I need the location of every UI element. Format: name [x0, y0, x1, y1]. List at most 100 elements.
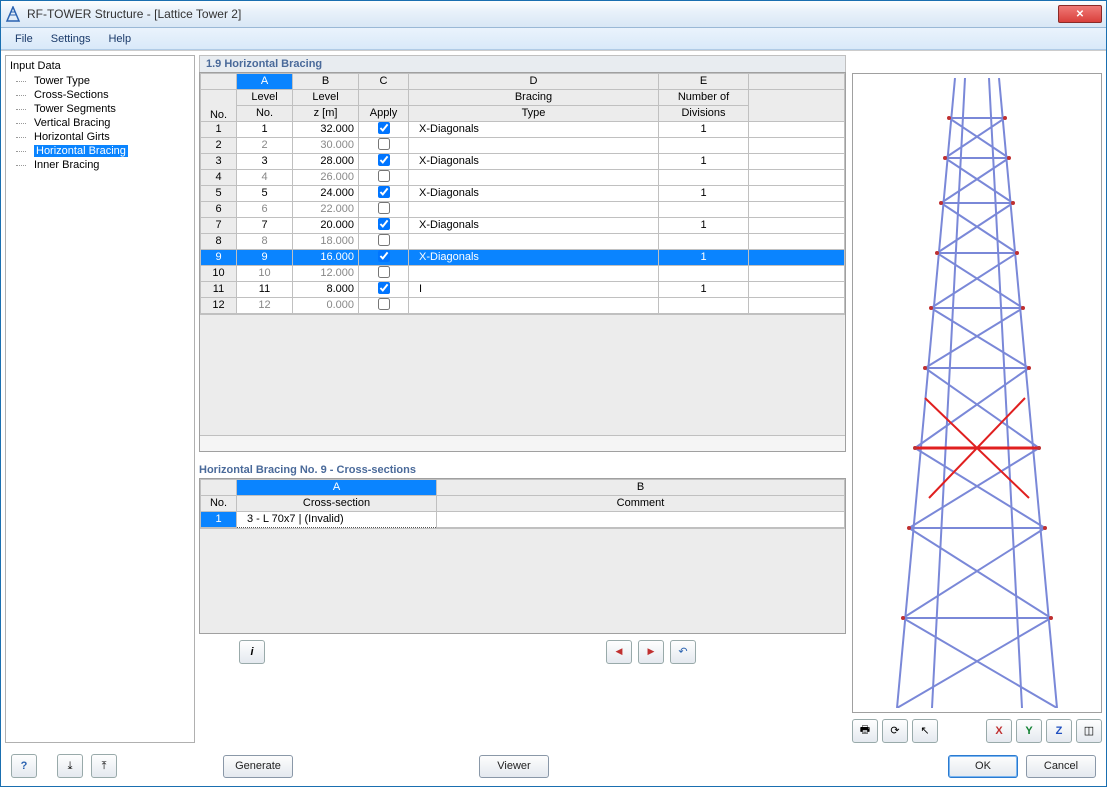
divisions-cell[interactable]: 1 [659, 153, 749, 169]
table-row[interactable]: 7720.000X-Diagonals1 [201, 217, 845, 233]
table-row[interactable]: 13 - L 70x7 | (Invalid) [201, 511, 845, 527]
divisions-cell[interactable]: 1 [659, 281, 749, 297]
tree-item-horizontal-bracing[interactable]: Horizontal Bracing [10, 144, 190, 158]
tree-item-inner-bracing[interactable]: Inner Bracing [10, 158, 190, 172]
bracing-table[interactable]: A B C D E No. Level L [200, 73, 845, 314]
export-button[interactable]: ⤒ [91, 754, 117, 778]
ok-button[interactable]: OK [948, 755, 1018, 778]
apply-cell[interactable] [359, 153, 409, 169]
row-number[interactable]: 8 [201, 233, 237, 249]
level-z-cell[interactable]: 22.000 [293, 201, 359, 217]
bracing-type-cell[interactable] [409, 297, 659, 313]
row-number[interactable]: 1 [201, 511, 237, 527]
level-no-cell[interactable]: 2 [237, 137, 293, 153]
table-row[interactable]: 11118.000I1 [201, 281, 845, 297]
row-number[interactable]: 3 [201, 153, 237, 169]
cross-section-cell[interactable]: 3 - L 70x7 | (Invalid) [237, 511, 437, 527]
info-button[interactable]: i [239, 640, 265, 664]
level-z-cell[interactable]: 16.000 [293, 249, 359, 265]
apply-cell[interactable] [359, 217, 409, 233]
table-row[interactable]: 9916.000X-Diagonals1 [201, 249, 845, 265]
level-no-cell[interactable]: 3 [237, 153, 293, 169]
cancel-button[interactable]: Cancel [1026, 755, 1096, 778]
viewer-button[interactable]: Viewer [479, 755, 549, 778]
bracing-type-cell[interactable] [409, 137, 659, 153]
table-row[interactable]: 12120.000 [201, 297, 845, 313]
level-no-cell[interactable]: 11 [237, 281, 293, 297]
level-no-cell[interactable]: 8 [237, 233, 293, 249]
undo-button[interactable]: ↶ [670, 640, 696, 664]
divisions-cell[interactable] [659, 233, 749, 249]
divisions-cell[interactable] [659, 297, 749, 313]
apply-checkbox[interactable] [378, 234, 390, 246]
bracing-type-cell[interactable] [409, 201, 659, 217]
col-letter-c[interactable]: C [359, 73, 409, 89]
bracing-type-cell[interactable]: X-Diagonals [409, 217, 659, 233]
table-row[interactable]: 101012.000 [201, 265, 845, 281]
tree-item-horizontal-girts[interactable]: Horizontal Girts [10, 130, 190, 144]
level-z-cell[interactable]: 8.000 [293, 281, 359, 297]
row-number[interactable]: 5 [201, 185, 237, 201]
level-z-cell[interactable]: 26.000 [293, 169, 359, 185]
level-z-cell[interactable]: 20.000 [293, 217, 359, 233]
level-z-cell[interactable]: 18.000 [293, 233, 359, 249]
bracing-type-cell[interactable]: I [409, 281, 659, 297]
axis-x-button[interactable]: X [986, 719, 1012, 743]
apply-cell[interactable] [359, 249, 409, 265]
level-no-cell[interactable]: 6 [237, 201, 293, 217]
bracing-type-cell[interactable] [409, 169, 659, 185]
bracing-type-cell[interactable]: X-Diagonals [409, 249, 659, 265]
axis-y-button[interactable]: Y [1016, 719, 1042, 743]
apply-checkbox[interactable] [378, 154, 390, 166]
level-no-cell[interactable]: 5 [237, 185, 293, 201]
row-number[interactable]: 7 [201, 217, 237, 233]
apply-checkbox[interactable] [378, 282, 390, 294]
table-row[interactable]: 1132.000X-Diagonals1 [201, 121, 845, 137]
apply-cell[interactable] [359, 297, 409, 313]
bracing-type-cell[interactable]: X-Diagonals [409, 153, 659, 169]
view-rotate-button[interactable]: ⟳ [882, 719, 908, 743]
apply-cell[interactable] [359, 121, 409, 137]
menu-settings[interactable]: Settings [43, 31, 99, 47]
menu-help[interactable]: Help [100, 31, 139, 47]
table-row[interactable]: 4426.000 [201, 169, 845, 185]
divisions-cell[interactable]: 1 [659, 121, 749, 137]
level-no-cell[interactable]: 4 [237, 169, 293, 185]
row-number[interactable]: 9 [201, 249, 237, 265]
divisions-cell[interactable] [659, 265, 749, 281]
axis-z-button[interactable]: Z [1046, 719, 1072, 743]
divisions-cell[interactable] [659, 169, 749, 185]
apply-checkbox[interactable] [378, 266, 390, 278]
apply-cell[interactable] [359, 185, 409, 201]
help-button[interactable]: ? [11, 754, 37, 778]
divisions-cell[interactable]: 1 [659, 217, 749, 233]
tree-item-vertical-bracing[interactable]: Vertical Bracing [10, 116, 190, 130]
bracing-type-cell[interactable] [409, 233, 659, 249]
apply-checkbox[interactable] [378, 298, 390, 310]
level-z-cell[interactable]: 12.000 [293, 265, 359, 281]
apply-checkbox[interactable] [378, 186, 390, 198]
col-letter-e[interactable]: E [659, 73, 749, 89]
close-button[interactable]: ✕ [1058, 5, 1102, 23]
apply-cell[interactable] [359, 169, 409, 185]
view-show-button[interactable]: ↖ [912, 719, 938, 743]
import-button[interactable]: ⤓ [57, 754, 83, 778]
prev-button[interactable]: ◀ [606, 640, 632, 664]
row-number[interactable]: 11 [201, 281, 237, 297]
bracing-type-cell[interactable] [409, 265, 659, 281]
col-letter-a[interactable]: A [237, 73, 293, 89]
view-print-button[interactable]: 🖶 [852, 719, 878, 743]
row-number[interactable]: 2 [201, 137, 237, 153]
row-number[interactable]: 6 [201, 201, 237, 217]
table-row[interactable]: 3328.000X-Diagonals1 [201, 153, 845, 169]
apply-cell[interactable] [359, 265, 409, 281]
apply-checkbox[interactable] [378, 138, 390, 150]
level-no-cell[interactable]: 10 [237, 265, 293, 281]
col-letter-b[interactable]: B [293, 73, 359, 89]
tree-root[interactable]: Input Data [10, 58, 190, 74]
table-row[interactable]: 8818.000 [201, 233, 845, 249]
apply-cell[interactable] [359, 233, 409, 249]
row-number[interactable]: 10 [201, 265, 237, 281]
tree-item-cross-sections[interactable]: Cross-Sections [10, 88, 190, 102]
level-no-cell[interactable]: 1 [237, 121, 293, 137]
